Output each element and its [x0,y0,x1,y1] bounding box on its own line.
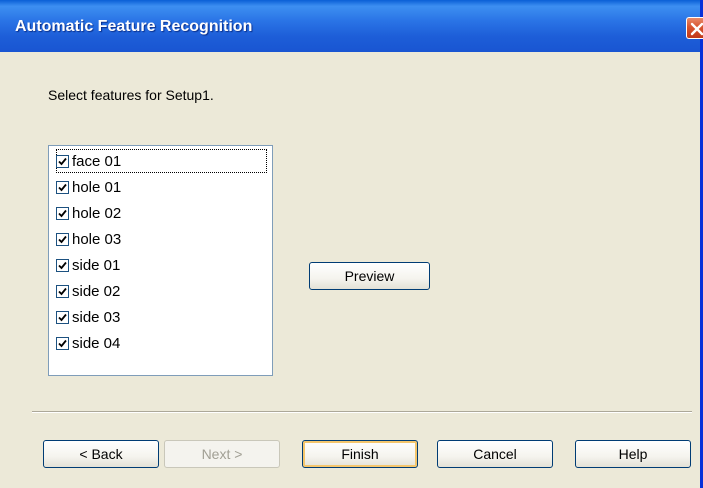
close-icon [690,22,703,36]
feature-label: side 01 [72,256,121,274]
feature-label: hole 03 [72,230,122,248]
feature-label: side 04 [72,334,121,352]
checkmark-icon [58,209,67,217]
feature-item-hole-01[interactable]: hole 01 [56,175,121,199]
cancel-button[interactable]: Cancel [437,440,553,468]
feature-checkbox[interactable] [56,232,69,246]
feature-item-side-01[interactable]: side 01 [56,253,120,277]
dialog-window: Automatic Feature Recognition Select fea… [0,0,703,488]
feature-label: face 01 [72,152,122,170]
checkmark-icon [58,261,67,269]
feature-checkbox[interactable] [56,310,69,324]
feature-checkbox[interactable] [56,336,69,350]
next-button[interactable]: Next > [164,440,280,468]
window-title: Automatic Feature Recognition [15,18,253,35]
checkmark-icon [58,287,67,295]
feature-checklist[interactable]: face 01 hole 01 hole 02 hole 03 side 01 [48,145,273,376]
feature-checkbox[interactable] [56,258,69,272]
feature-checkbox[interactable] [56,154,69,168]
feature-checkbox[interactable] [56,284,69,298]
checkmark-icon [58,235,67,243]
feature-item-face-01[interactable]: face 01 [56,149,267,173]
help-button[interactable]: Help [575,440,691,468]
checkmark-icon [58,313,67,321]
preview-button[interactable]: Preview [309,262,430,290]
feature-item-side-03[interactable]: side 03 [56,305,120,329]
instruction-text: Select features for Setup1. [48,87,214,103]
back-button[interactable]: < Back [43,440,159,468]
feature-item-hole-03[interactable]: hole 03 [56,227,121,251]
feature-label: side 03 [72,308,121,326]
feature-item-side-02[interactable]: side 02 [56,279,120,303]
feature-label: hole 01 [72,178,122,196]
feature-checkbox[interactable] [56,180,69,194]
feature-label: side 02 [72,282,121,300]
feature-checkbox[interactable] [56,206,69,220]
checkmark-icon [58,157,67,165]
checkmark-icon [58,339,67,347]
title-bar[interactable]: Automatic Feature Recognition [0,0,703,52]
finish-button[interactable]: Finish [302,440,418,468]
divider [32,411,692,413]
close-button[interactable] [686,17,703,39]
feature-item-hole-02[interactable]: hole 02 [56,201,121,225]
feature-item-side-04[interactable]: side 04 [56,331,120,355]
feature-label: hole 02 [72,204,122,222]
checkmark-icon [58,183,67,191]
